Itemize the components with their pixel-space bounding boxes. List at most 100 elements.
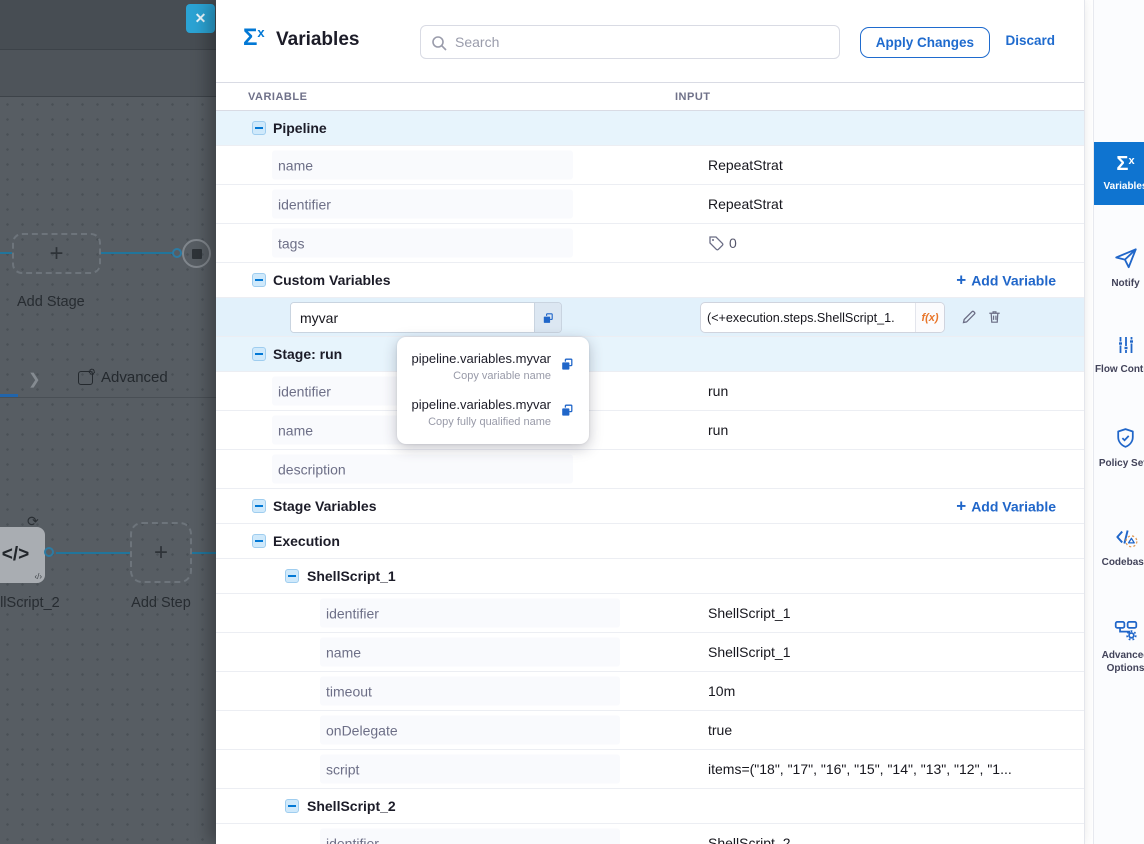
variable-value: ShellScript_1 — [708, 605, 791, 621]
tab-advanced[interactable]: ⚙ Advanced — [78, 369, 168, 386]
copy-icon[interactable] — [559, 402, 575, 418]
variable-name-cell[interactable]: script — [320, 755, 620, 784]
variable-name-cell[interactable]: identifier — [272, 190, 573, 219]
tag-icon — [708, 235, 724, 251]
collapse-icon[interactable] — [285, 569, 299, 583]
collapse-icon[interactable] — [252, 534, 266, 548]
table-row: onDelegate true — [216, 711, 1084, 750]
variable-label: name — [278, 422, 313, 438]
add-variable-button[interactable]: +Add Variable — [956, 498, 1056, 515]
pipeline-end-node — [182, 239, 211, 268]
sliders-icon — [1114, 333, 1138, 357]
shellscript2-step-node[interactable]: </> ‹/› — [0, 527, 45, 583]
variable-name-cell[interactable]: identifier — [320, 599, 620, 628]
add-step-node[interactable]: + — [130, 522, 192, 583]
advanced-tab-label: Advanced — [101, 369, 168, 386]
chevron-right-icon[interactable]: ❯ — [28, 370, 41, 388]
step-out-port[interactable] — [44, 547, 54, 557]
column-header-input: INPUT — [675, 91, 711, 103]
tags-value: 0 — [708, 235, 737, 251]
copy-action-hint: Copy fully qualified name — [428, 416, 551, 428]
variable-path-text: pipeline.variables.myvar — [412, 351, 551, 366]
sidebar-item-flow-control[interactable]: Flow Control — [1094, 333, 1144, 376]
variable-label: timeout — [326, 683, 372, 699]
variable-value: true — [708, 722, 732, 738]
variable-name-cell[interactable]: name — [272, 151, 573, 180]
copy-variable-button[interactable] — [534, 303, 561, 332]
panel-header: Σx Variables Apply Changes Discard — [216, 0, 1084, 83]
variable-name-cell[interactable]: identifier — [320, 829, 620, 844]
table-row: identifier ShellScript_2 — [216, 824, 1084, 844]
custom-variable-row: (<+execution.steps.ShellScript_1. f(x) — [216, 298, 1084, 337]
variable-name-cell[interactable]: name — [320, 638, 620, 667]
section-row-custom-variables: Custom Variables +Add Variable — [216, 263, 1084, 298]
section-row-stage-variables: Stage Variables +Add Variable — [216, 489, 1084, 524]
copy-icon — [541, 311, 555, 325]
section-row-execution: Execution — [216, 524, 1084, 559]
collapse-icon[interactable] — [252, 121, 266, 135]
variable-value: 10m — [708, 683, 735, 699]
variable-value: ShellScript_1 — [708, 644, 791, 660]
collapse-icon[interactable] — [285, 799, 299, 813]
table-row: name ShellScript_1 — [216, 633, 1084, 672]
edit-variable-button[interactable] — [960, 308, 978, 326]
variable-label: onDelegate — [326, 722, 398, 738]
copy-variable-name-item[interactable]: pipeline.variables.myvar Copy variable n… — [411, 351, 575, 382]
advanced-options-icon — [1113, 617, 1139, 643]
collapse-icon[interactable] — [252, 499, 266, 513]
variable-value: RepeatStrat — [708, 196, 783, 212]
close-icon[interactable]: ✕ — [186, 4, 215, 33]
variable-name-input-group — [290, 302, 562, 333]
edge-line — [56, 552, 130, 554]
delete-variable-button[interactable] — [986, 309, 1003, 326]
table-header-row: VARIABLE INPUT — [216, 83, 1084, 111]
right-sidebar: Σx Variables Notify Flow Control Policy … — [1093, 0, 1144, 844]
codebase-icon — [1113, 524, 1139, 550]
copy-fqn-item[interactable]: pipeline.variables.myvar Copy fully qual… — [411, 397, 575, 428]
add-variable-button[interactable]: +Add Variable — [956, 272, 1056, 289]
sidebar-item-notify[interactable]: Notify — [1094, 245, 1144, 290]
table-row: name RepeatStrat — [216, 146, 1084, 185]
sidebar-item-label: Advanced Options — [1094, 649, 1144, 675]
variable-value: RepeatStrat — [708, 157, 783, 173]
shield-check-icon — [1113, 426, 1138, 451]
variable-name-cell[interactable]: onDelegate — [320, 716, 620, 745]
section-row-shellscript2: ShellScript_2 — [216, 789, 1084, 824]
collapse-icon[interactable] — [252, 273, 266, 287]
sidebar-item-advanced-options[interactable]: Advanced Options — [1094, 617, 1144, 675]
apply-changes-button[interactable]: Apply Changes — [860, 27, 990, 58]
search-input[interactable] — [421, 26, 839, 58]
sidebar-item-codebase[interactable]: Codebase — [1094, 524, 1144, 569]
variable-name-cell[interactable]: description — [272, 455, 573, 484]
copy-menu: pipeline.variables.myvar Copy variable n… — [397, 337, 589, 444]
table-row: identifier ShellScript_1 — [216, 594, 1084, 633]
variable-name-cell[interactable]: tags — [272, 229, 573, 258]
sidebar-item-policy-sets[interactable]: Policy Sets — [1094, 426, 1144, 470]
expression-fx-button[interactable]: f(x) — [915, 303, 944, 332]
variable-label: description — [278, 461, 346, 477]
variable-label: identifier — [326, 605, 379, 621]
copy-icon[interactable] — [559, 356, 575, 372]
link-port-dot — [172, 248, 182, 258]
table-row: identifier run — [216, 372, 1084, 411]
table-row: script items=("18", "17", "16", "15", "1… — [216, 750, 1084, 789]
variables-panel: Σx Variables Apply Changes Discard VARIA… — [216, 0, 1085, 844]
variable-value-field[interactable]: (<+execution.steps.ShellScript_1. f(x) — [700, 302, 945, 333]
section-title: Stage: run — [273, 346, 342, 362]
step-node-label: ShellScript_2 — [0, 595, 62, 611]
variable-label: identifier — [326, 835, 379, 844]
discard-button[interactable]: Discard — [1005, 33, 1055, 48]
edge-line — [101, 252, 178, 254]
advanced-tab-icon: ⚙ — [78, 371, 93, 385]
page-title: Variables — [276, 29, 359, 51]
variable-label: name — [278, 157, 313, 173]
search-box — [420, 25, 840, 59]
variable-name-cell[interactable]: timeout — [320, 677, 620, 706]
section-title: Pipeline — [273, 120, 327, 136]
sidebar-item-variables[interactable]: Σx Variables — [1094, 142, 1144, 205]
add-stage-node[interactable]: + — [12, 233, 101, 274]
collapse-icon[interactable] — [252, 347, 266, 361]
canvas-toolbar-bar — [0, 50, 216, 97]
variable-name-input[interactable] — [291, 303, 534, 332]
sidebar-item-label: Flow Control — [1095, 363, 1144, 376]
